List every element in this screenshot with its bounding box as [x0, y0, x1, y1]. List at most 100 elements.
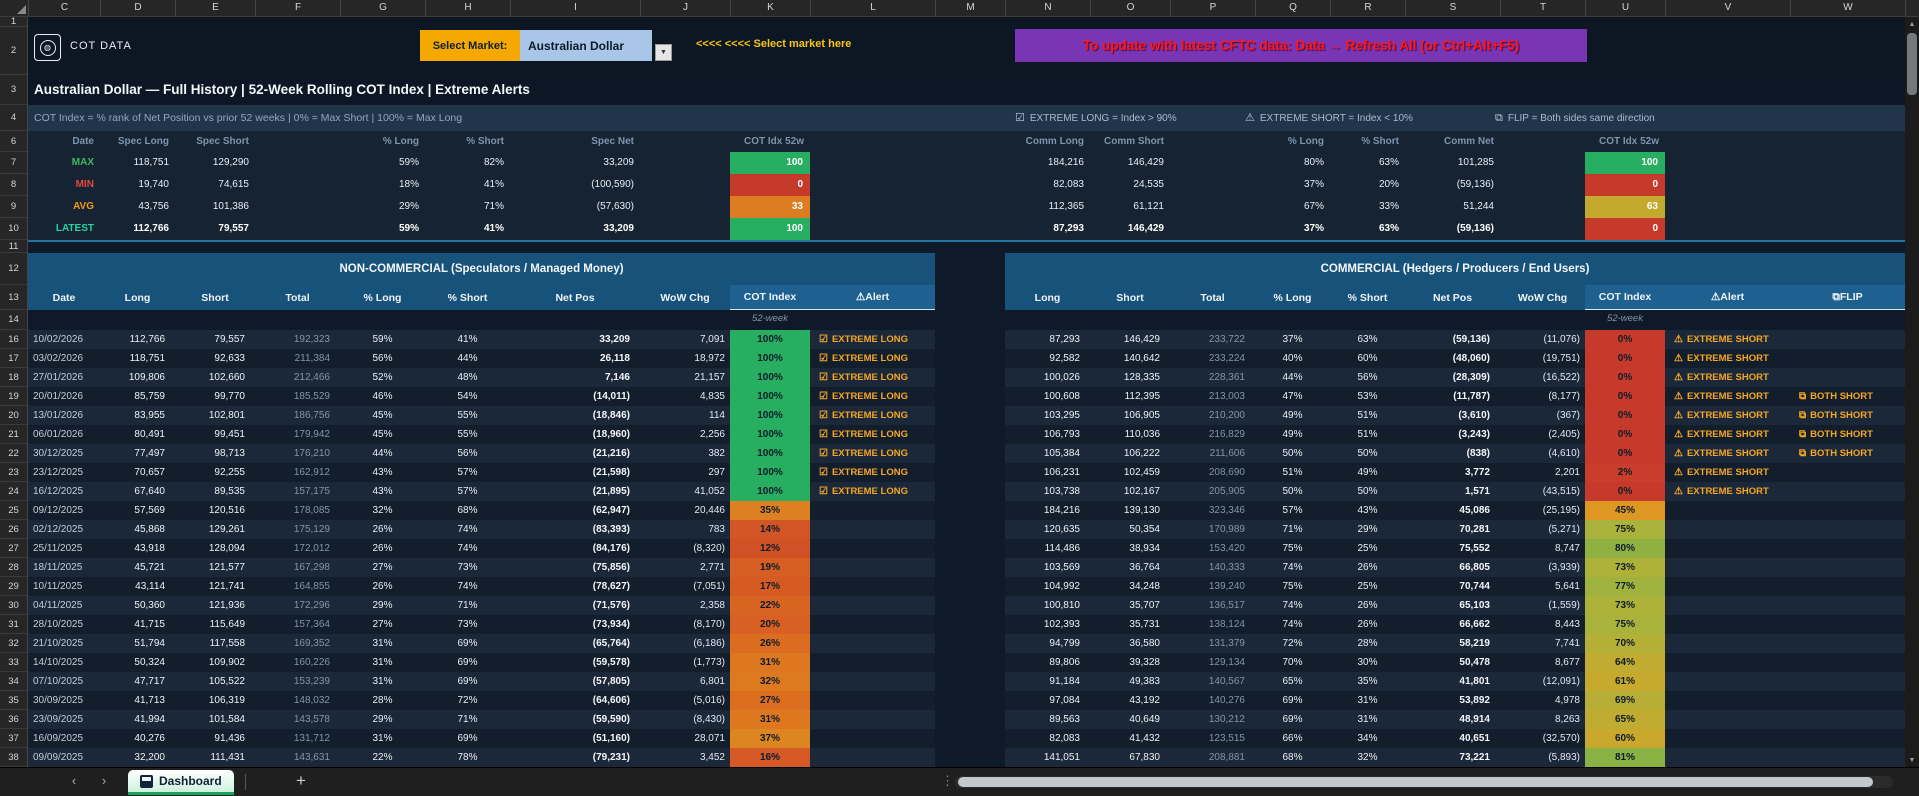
alert-cell[interactable] — [1665, 672, 1790, 691]
cell-pct[interactable]: 31% — [1330, 691, 1405, 710]
cell-num[interactable]: 102,801 — [175, 406, 255, 425]
cell-num[interactable]: 70,657 — [100, 463, 175, 482]
cell-total[interactable]: 148,032 — [255, 691, 340, 710]
cot-index-cell[interactable]: 100% — [730, 368, 810, 387]
cell-date[interactable]: 28/10/2025 — [28, 615, 100, 634]
cot-index-cell[interactable]: 22% — [730, 596, 810, 615]
cell-pct[interactable]: 31% — [340, 729, 425, 748]
cell-pct[interactable]: 50% — [1330, 444, 1405, 463]
cell-total[interactable]: 211,606 — [1170, 444, 1255, 463]
cell-net[interactable]: (21,895) — [510, 482, 640, 501]
cell-pct[interactable]: 43% — [340, 482, 425, 501]
row-number-32[interactable]: 32 — [0, 634, 27, 653]
summary-comm-value[interactable]: 51,244 — [1352, 196, 1494, 217]
row-number-25[interactable]: 25 — [0, 501, 27, 520]
cell-total[interactable]: 160,226 — [255, 653, 340, 672]
row-number-21[interactable]: 21 — [0, 425, 27, 444]
alert-cell[interactable] — [1665, 539, 1790, 558]
cell-total[interactable]: 213,003 — [1170, 387, 1255, 406]
summary-left-header[interactable]: Spec Short — [105, 131, 249, 152]
alert-cell[interactable]: ☑ EXTREME LONG — [810, 482, 935, 501]
cell-num[interactable]: 184,216 — [1005, 501, 1090, 520]
cell-date[interactable]: 09/09/2025 — [28, 748, 100, 767]
cell-date[interactable]: 10/02/2026 — [28, 330, 100, 349]
cot-index-cell[interactable]: 70% — [1585, 634, 1665, 653]
cell-net[interactable]: (57,805) — [510, 672, 640, 691]
cell-num[interactable]: 146,429 — [1090, 330, 1170, 349]
column-letter-V[interactable]: V — [1666, 0, 1791, 16]
cot-index-cell[interactable]: 100% — [730, 406, 810, 425]
alert-cell[interactable] — [1665, 634, 1790, 653]
market-select-cell[interactable]: Australian Dollar — [520, 30, 652, 61]
cell-date[interactable]: 27/01/2026 — [28, 368, 100, 387]
cell-date[interactable]: 25/11/2025 — [28, 539, 100, 558]
cell-pct[interactable]: 41% — [425, 330, 510, 349]
alert-cell[interactable] — [1665, 729, 1790, 748]
cell-num[interactable]: 57,569 — [100, 501, 175, 520]
summary-comm-cot-index[interactable]: 63 — [1585, 196, 1665, 218]
cell-net[interactable]: 65,103 — [1405, 596, 1500, 615]
cell-total[interactable]: 176,210 — [255, 444, 340, 463]
cell-pct[interactable]: 54% — [425, 387, 510, 406]
cell-num[interactable]: 99,770 — [175, 387, 255, 406]
row-number-19[interactable]: 19 — [0, 387, 27, 406]
cot-index-cell[interactable]: 0% — [1585, 482, 1665, 501]
cell-wow[interactable]: 18,972 — [640, 349, 730, 368]
cell-wow[interactable]: (6,186) — [640, 634, 730, 653]
market-dropdown-button[interactable]: ▼ — [655, 44, 672, 61]
cell-wow[interactable]: (16,522) — [1500, 368, 1585, 387]
cell-pct[interactable]: 31% — [340, 672, 425, 691]
cell-num[interactable]: 91,184 — [1005, 672, 1090, 691]
cell-net[interactable]: (73,934) — [510, 615, 640, 634]
cell-pct[interactable]: 75% — [1255, 577, 1330, 596]
cell-net[interactable]: (21,598) — [510, 463, 640, 482]
cell-net[interactable]: 48,914 — [1405, 710, 1500, 729]
summary-comm-value[interactable]: 61,121 — [1022, 196, 1164, 217]
cell-num[interactable]: 67,830 — [1090, 748, 1170, 767]
cell-num[interactable]: 121,741 — [175, 577, 255, 596]
flip-cell[interactable] — [1790, 634, 1905, 653]
cell-num[interactable]: 111,431 — [175, 748, 255, 767]
cell-pct[interactable]: 75% — [1255, 539, 1330, 558]
alert-cell[interactable] — [1665, 577, 1790, 596]
cell-total[interactable]: 185,529 — [255, 387, 340, 406]
cell-num[interactable]: 36,764 — [1090, 558, 1170, 577]
summary-spec-value[interactable]: (57,630) — [492, 196, 634, 217]
cell-num[interactable]: 94,799 — [1005, 634, 1090, 653]
cell-wow[interactable]: 6,801 — [640, 672, 730, 691]
summary-right-header[interactable]: COT Idx 52w — [1515, 131, 1659, 152]
cell-num[interactable]: 49,383 — [1090, 672, 1170, 691]
cell-wow[interactable]: (367) — [1500, 406, 1585, 425]
cell-pct[interactable]: 69% — [425, 729, 510, 748]
cell-total[interactable]: 138,124 — [1170, 615, 1255, 634]
cot-index-cell[interactable]: 75% — [1585, 520, 1665, 539]
cell-wow[interactable]: (32,570) — [1500, 729, 1585, 748]
cot-index-cell[interactable]: 2% — [1585, 463, 1665, 482]
flip-cell[interactable] — [1790, 368, 1905, 387]
alert-cell[interactable] — [810, 748, 935, 767]
cell-num[interactable]: 41,715 — [100, 615, 175, 634]
cell-date[interactable]: 06/01/2026 — [28, 425, 100, 444]
cell-pct[interactable]: 71% — [425, 596, 510, 615]
cell-wow[interactable]: (3,939) — [1500, 558, 1585, 577]
cell-pct[interactable]: 50% — [1255, 482, 1330, 501]
row-number-13[interactable]: 13 — [0, 285, 27, 310]
row-number-12[interactable]: 12 — [0, 253, 27, 285]
alert-cell[interactable]: ⚠ EXTREME SHORT — [1665, 387, 1790, 406]
column-header--long[interactable]: % Long — [1255, 285, 1330, 310]
row-number-28[interactable]: 28 — [0, 558, 27, 577]
cell-num[interactable]: 114,486 — [1005, 539, 1090, 558]
cell-net[interactable]: 50,478 — [1405, 653, 1500, 672]
cell-num[interactable]: 112,766 — [100, 330, 175, 349]
cell-wow[interactable]: 21,157 — [640, 368, 730, 387]
cell-wow[interactable]: 297 — [640, 463, 730, 482]
cell-pct[interactable]: 69% — [425, 672, 510, 691]
column-letter-D[interactable]: D — [101, 0, 176, 16]
cell-pct[interactable]: 49% — [1330, 463, 1405, 482]
cell-pct[interactable]: 31% — [340, 653, 425, 672]
cell-num[interactable]: 106,793 — [1005, 425, 1090, 444]
cell-pct[interactable]: 40% — [1255, 349, 1330, 368]
cell-date[interactable]: 10/11/2025 — [28, 577, 100, 596]
cot-index-cell[interactable]: 32% — [730, 672, 810, 691]
cell-total[interactable]: 179,942 — [255, 425, 340, 444]
